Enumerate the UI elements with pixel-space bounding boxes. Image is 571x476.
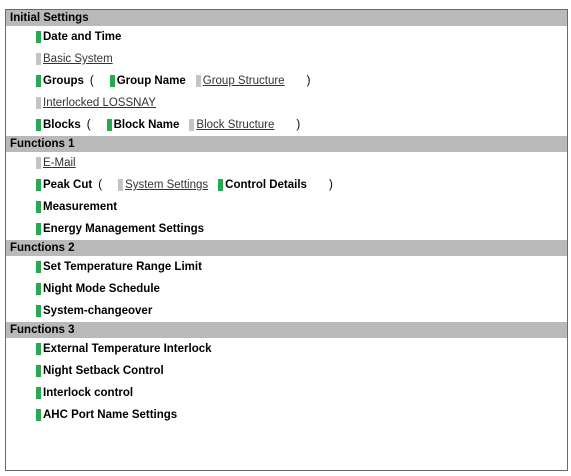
menu-item-system-changeover[interactable]: System-changeover — [36, 305, 152, 317]
menu-item-label: Group Structure — [202, 75, 285, 87]
section-header-functions-1: Functions 1 — [6, 136, 567, 152]
active-marker-icon — [36, 223, 41, 235]
open-paren: ( — [86, 119, 91, 131]
close-paren: ) — [296, 119, 301, 131]
active-marker-icon — [36, 365, 41, 377]
inactive-marker-icon — [118, 179, 124, 191]
inactive-marker-icon — [189, 119, 195, 131]
inactive-marker-icon — [36, 53, 41, 65]
section-header-initial-settings: Initial Settings — [6, 10, 567, 26]
inactive-marker-icon — [36, 157, 41, 169]
menu-item-set-temperature-range-limit[interactable]: Set Temperature Range Limit — [36, 261, 202, 273]
menu-row: Basic System — [6, 48, 567, 70]
menu-item-label: Energy Management Settings — [43, 223, 205, 235]
menu-item-label: Measurement — [43, 201, 118, 213]
menu-row: Date and Time — [6, 26, 567, 48]
menu-row: Groups ( Group Name Group Structure) — [6, 70, 567, 92]
menu-row: E-Mail — [6, 152, 567, 174]
menu-item-label: Night Mode Schedule — [43, 283, 160, 295]
menu-item-label: Block Name — [113, 119, 180, 131]
menu-item-block-structure[interactable]: Block Structure — [189, 119, 274, 131]
menu-item-label: System-changeover — [43, 305, 153, 317]
inactive-marker-icon — [195, 75, 201, 87]
menu-row: External Temperature Interlock — [6, 338, 567, 360]
menu-item-interlocked-lossnay[interactable]: Interlocked LOSSNAY — [36, 97, 156, 109]
menu-row: Peak Cut ( System Settings Control Details) — [6, 174, 567, 196]
menu-item-interlock-control[interactable]: Interlock control — [36, 387, 133, 399]
menu-item-label: Peak Cut — [43, 179, 93, 191]
settings-menu-panel: Initial Settings Date and Time Basic Syste… — [5, 9, 568, 471]
active-marker-icon — [36, 75, 41, 87]
menu-item-label: E-Mail — [43, 157, 76, 169]
menu-item-basic-system[interactable]: Basic System — [36, 53, 113, 65]
menu-item-label: Night Setback Control — [43, 365, 164, 377]
menu-item-group-structure[interactable]: Group Structure — [195, 75, 285, 87]
menu-item-label: System Settings — [125, 179, 209, 191]
active-marker-icon — [36, 387, 41, 399]
menu-item-label: Groups — [43, 75, 84, 87]
menu-item-blocks[interactable]: Blocks — [36, 119, 81, 131]
menu-item-label: AHC Port Name Settings — [43, 409, 178, 421]
menu-item-night-mode-schedule[interactable]: Night Mode Schedule — [36, 283, 160, 295]
menu-item-energy-management-settings[interactable]: Energy Management Settings — [36, 223, 204, 235]
menu-item-groups[interactable]: Groups — [36, 75, 84, 87]
menu-row: Interlocked LOSSNAY — [6, 92, 567, 114]
menu-item-e-mail[interactable]: E-Mail — [36, 157, 76, 169]
active-marker-icon — [36, 261, 41, 273]
menu-item-date-and-time[interactable]: Date and Time — [36, 31, 121, 43]
menu-item-block-name[interactable]: Block Name — [106, 119, 180, 131]
active-marker-icon — [36, 201, 41, 213]
menu-item-ahc-port-name-settings[interactable]: AHC Port Name Settings — [36, 409, 177, 421]
menu-row: AHC Port Name Settings — [6, 404, 567, 426]
menu-row: Interlock control — [6, 382, 567, 404]
menu-item-group-name[interactable]: Group Name — [109, 75, 186, 87]
active-marker-icon — [36, 179, 41, 191]
active-marker-icon — [109, 75, 115, 87]
menu-item-measurement[interactable]: Measurement — [36, 201, 117, 213]
menu-item-label: Interlocked LOSSNAY — [43, 97, 156, 109]
active-marker-icon — [36, 409, 41, 421]
menu-item-label: Blocks — [43, 119, 81, 131]
active-marker-icon — [106, 119, 112, 131]
active-marker-icon — [36, 119, 41, 131]
menu-row: Night Mode Schedule — [6, 278, 567, 300]
active-marker-icon — [36, 283, 41, 295]
menu-row: Energy Management Settings — [6, 218, 567, 240]
menu-item-night-setback-control[interactable]: Night Setback Control — [36, 365, 164, 377]
active-marker-icon — [36, 305, 41, 317]
menu-item-label: Set Temperature Range Limit — [43, 261, 202, 273]
section-header-functions-3: Functions 3 — [6, 322, 567, 338]
close-paren: ) — [306, 75, 311, 87]
section-header-functions-2: Functions 2 — [6, 240, 567, 256]
menu-row: System-changeover — [6, 300, 567, 322]
menu-item-peak-cut[interactable]: Peak Cut — [36, 179, 92, 191]
inactive-marker-icon — [36, 97, 41, 109]
open-paren: ( — [98, 179, 103, 191]
menu-row: Measurement — [6, 196, 567, 218]
open-paren: ( — [89, 75, 94, 87]
menu-row: Night Setback Control — [6, 360, 567, 382]
active-marker-icon — [36, 31, 41, 43]
menu-item-label: Block Structure — [196, 119, 275, 131]
menu-item-label: Group Name — [116, 75, 186, 87]
menu-item-control-details[interactable]: Control Details — [218, 179, 307, 191]
menu-item-label: External Temperature Interlock — [43, 343, 212, 355]
menu-item-label: Interlock control — [43, 387, 134, 399]
menu-row: Blocks ( Block Name Block Structure) — [6, 114, 567, 136]
menu-item-label: Basic System — [43, 53, 113, 65]
menu-item-external-temperature-interlock[interactable]: External Temperature Interlock — [36, 343, 212, 355]
menu-item-label: Control Details — [225, 179, 307, 191]
menu-row: Set Temperature Range Limit — [6, 256, 567, 278]
menu-item-system-settings[interactable]: System Settings — [118, 179, 208, 191]
menu-item-label: Date and Time — [43, 31, 122, 43]
settings-menu: Initial Settings Date and Time Basic Syste… — [6, 10, 567, 426]
active-marker-icon — [218, 179, 224, 191]
close-paren: ) — [328, 179, 333, 191]
active-marker-icon — [36, 343, 41, 355]
